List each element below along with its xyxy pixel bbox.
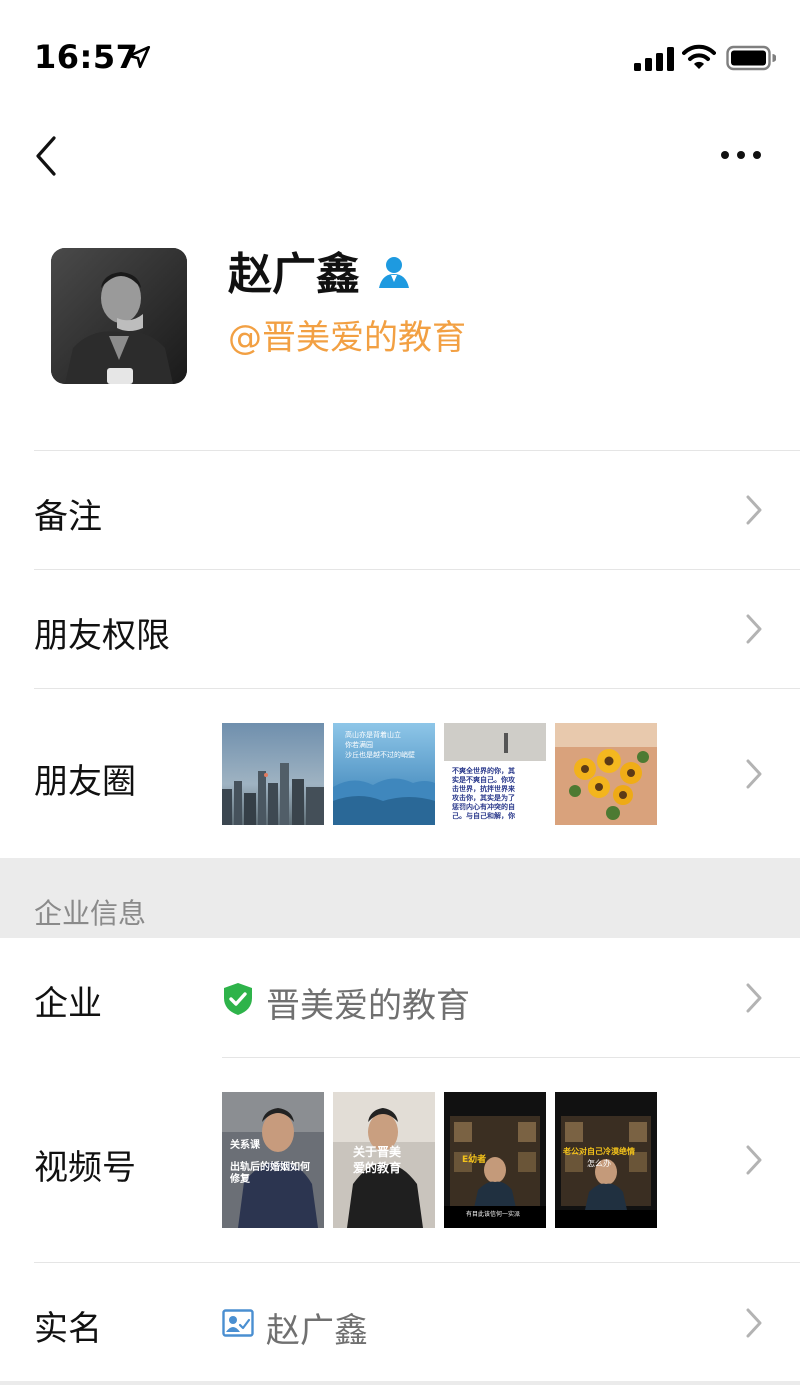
thumb-text: 你若满园: [345, 740, 373, 749]
video-title-text: E幼者: [462, 1153, 486, 1165]
back-arrow-icon[interactable]: [32, 134, 62, 178]
moments-thumbnail[interactable]: [222, 723, 324, 825]
id-card-icon: [222, 1309, 254, 1337]
video-title-text: 关于晋美: [353, 1144, 402, 1159]
user-badge-icon: [379, 257, 409, 288]
chevron-right-icon: [746, 759, 762, 789]
remark-label: 备注: [34, 497, 102, 537]
enterprise-row[interactable]: 企业 晋美爱的教育: [0, 938, 800, 1056]
video-title-text: 关系课: [230, 1138, 261, 1151]
friend-permissions-row[interactable]: 朋友权限: [0, 570, 800, 688]
thumb-text: 沙丘也是越不过的峭壁: [345, 750, 415, 759]
enterprise-label: 企业: [34, 984, 102, 1024]
friend-permissions-label: 朋友权限: [34, 616, 170, 656]
video-title-text: 修复: [229, 1172, 251, 1185]
moments-thumbnail[interactable]: 不爽全世界的你，其 实是不爽自己。你攻 击世界，抗拌世界来 攻击你，其实是为了 …: [444, 723, 546, 825]
video-title-text: 爱的教育: [353, 1160, 401, 1175]
thumb-text: 不爽全世界的你，其: [452, 766, 515, 775]
video-title-text: 有目此该信何一实派: [466, 1210, 520, 1218]
bottom-divider: [0, 1381, 800, 1385]
chevron-right-icon: [746, 1308, 762, 1338]
realname-row[interactable]: 实名 赵广鑫: [0, 1263, 800, 1381]
enterprise-section-header: 企业信息: [0, 858, 800, 938]
realname-label: 实名: [34, 1309, 102, 1349]
channel-video-thumbnail[interactable]: E幼者 有目此该信何一实派: [444, 1092, 546, 1228]
more-dots-icon[interactable]: [718, 142, 764, 168]
thumb-text: 惩罚内心有冲突的自: [452, 802, 515, 811]
thumb-text: 高山亦是背着山立: [345, 730, 401, 739]
enterprise-name: 晋美爱的教育: [266, 986, 470, 1026]
wifi-icon: [682, 44, 716, 69]
nav-bar: [0, 110, 800, 200]
signal-icon: [634, 47, 674, 71]
avatar[interactable]: [51, 248, 187, 384]
moments-row[interactable]: 朋友圈 高山亦是背着山立 你若满园 沙丘也是越不过的峭壁 不爽全世界的你，其 实…: [0, 689, 800, 858]
enterprise-handle[interactable]: @晋美爱的教育: [228, 310, 466, 359]
channels-row[interactable]: 视频号 关系课 出轨后的婚姻如何 修复 关于晋美 爱的教育 E幼者 有目此该信何…: [0, 1058, 800, 1262]
thumb-text: 己。与自己和解，你: [452, 811, 515, 820]
chevron-right-icon: [746, 1145, 762, 1175]
profile-header: 赵广鑫 @晋美爱的教育: [0, 230, 800, 450]
channels-label: 视频号: [34, 1148, 136, 1188]
video-title-text: 出轨后的婚姻如何: [230, 1160, 310, 1173]
thumb-text: 击世界，抗拌世界来: [452, 784, 516, 793]
battery-icon: [726, 45, 776, 71]
channel-video-thumbnail[interactable]: 关系课 出轨后的婚姻如何 修复: [222, 1092, 324, 1228]
chevron-right-icon: [746, 614, 762, 644]
section-title: 企业信息: [34, 897, 147, 930]
thumb-text: 实是不爽自己。你攻: [452, 775, 516, 784]
channel-video-thumbnail[interactable]: 老公对自己冷漠绝情 怎么办: [555, 1092, 657, 1228]
moments-thumbnail[interactable]: [555, 723, 657, 825]
channel-video-thumbnail[interactable]: 关于晋美 爱的教育: [333, 1092, 435, 1228]
name-row: 赵广鑫: [228, 242, 412, 300]
moments-thumbnail[interactable]: 高山亦是背着山立 你若满园 沙丘也是越不过的峭壁: [333, 723, 435, 825]
status-time: 16:57: [34, 38, 139, 76]
realname-value: 赵广鑫: [266, 1311, 368, 1351]
chevron-right-icon: [746, 983, 762, 1013]
contact-name: 赵广鑫: [228, 249, 360, 300]
chevron-right-icon: [746, 495, 762, 525]
video-title-text: 怎么办: [587, 1158, 611, 1168]
thumb-text: 攻击你，其实是为了: [452, 793, 515, 802]
video-title-text: 老公对自己冷漠绝情: [562, 1146, 635, 1156]
moments-label: 朋友圈: [34, 762, 136, 802]
remark-row[interactable]: 备注: [0, 451, 800, 569]
location-arrow-icon: [127, 45, 151, 69]
verified-shield-icon: [224, 983, 252, 1015]
status-bar: 16:57: [0, 0, 800, 110]
